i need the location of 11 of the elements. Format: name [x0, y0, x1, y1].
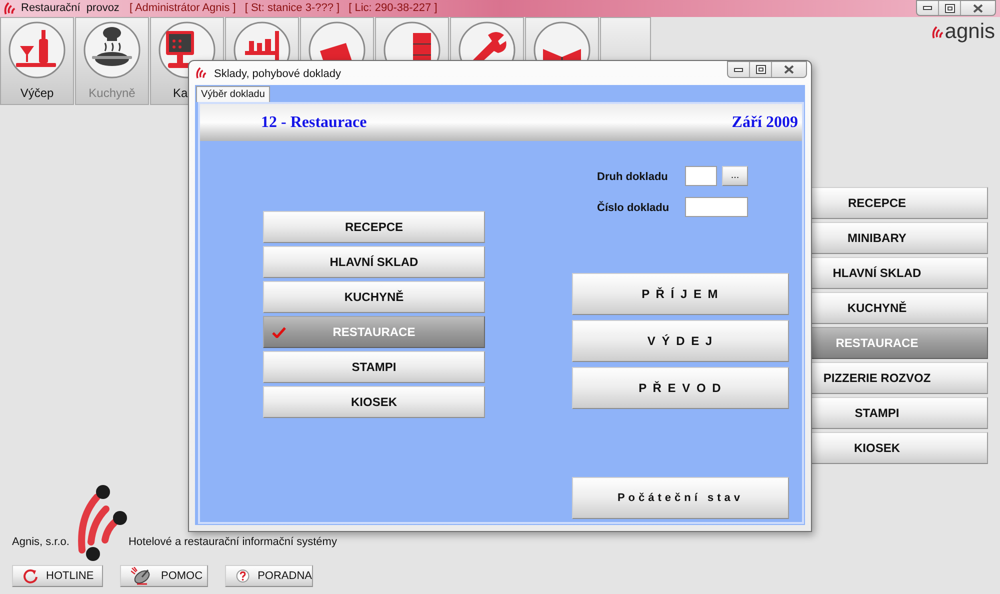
- header-period: Září 2009: [732, 112, 798, 132]
- tagline: Hotelové a restaurační informační systémy: [128, 534, 337, 550]
- window-info: [ St: stanice 3-??? ]: [244, 1, 340, 16]
- company-name: Agnis, s.r.o.: [12, 534, 70, 550]
- window-info: [ Lic: 290-38-227 ]: [348, 1, 438, 16]
- header-title: 12 - Restaurace: [261, 112, 367, 132]
- field-label: Číslo dokladu: [597, 200, 670, 216]
- window-info: [ Administrátor Agnis ]: [129, 1, 236, 16]
- logo-text: agnis: [944, 21, 995, 43]
- field-label: Druh dokladu: [597, 170, 669, 184]
- window-title: Restaurační provoz: [21, 1, 120, 16]
